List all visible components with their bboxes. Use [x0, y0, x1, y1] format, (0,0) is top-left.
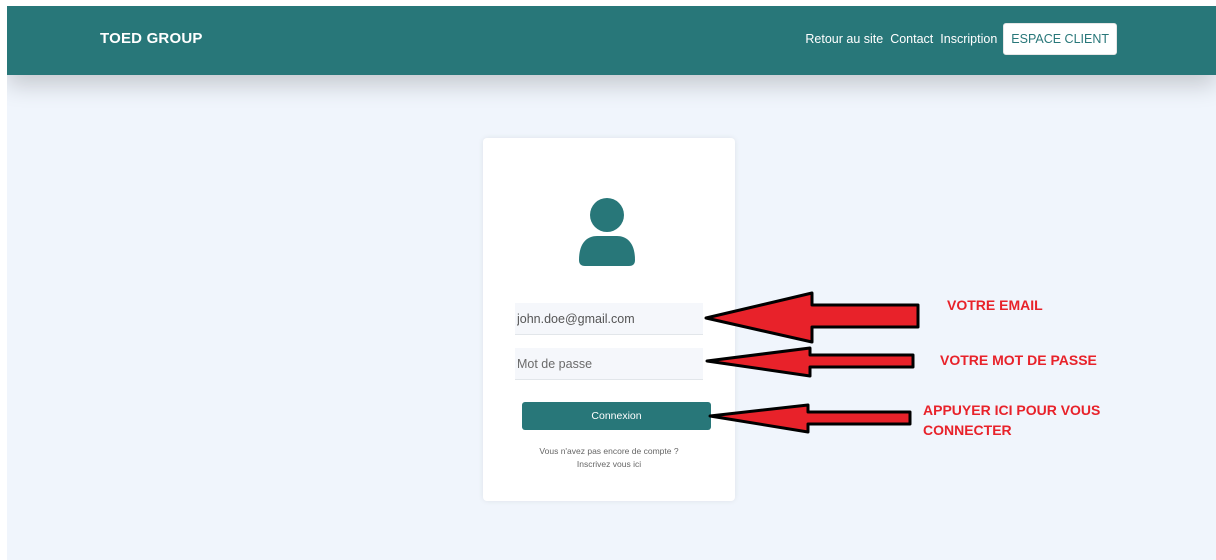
- brand-logo[interactable]: TOED GROUP: [100, 30, 203, 47]
- login-card: Connexion Vous n'avez pas encore de comp…: [483, 138, 735, 501]
- annotation-connect-line2: CONNECTER: [923, 422, 1012, 438]
- nav-links: Retour au site Contact Inscription ESPAC…: [798, 23, 1117, 55]
- annotation-email: VOTRE EMAIL: [947, 297, 1043, 313]
- top-navbar: TOED GROUP Retour au site Contact Inscri…: [7, 6, 1216, 75]
- annotation-connect: APPUYER ICI POUR VOUS CONNECTER: [923, 400, 1143, 440]
- annotation-password: VOTRE MOT DE PASSE: [940, 352, 1097, 368]
- signup-hint-text: Vous n'avez pas encore de compte ?: [539, 446, 679, 456]
- annotation-connect-line1: APPUYER ICI POUR VOUS: [923, 402, 1101, 418]
- nav-link-inscription[interactable]: Inscription: [940, 32, 997, 46]
- signup-hint: Vous n'avez pas encore de compte ? Inscr…: [483, 445, 735, 471]
- email-input[interactable]: [515, 303, 703, 335]
- user-icon: [579, 198, 635, 266]
- connexion-button[interactable]: Connexion: [522, 402, 711, 430]
- page: TOED GROUP Retour au site Contact Inscri…: [7, 6, 1216, 560]
- nav-link-retour[interactable]: Retour au site: [805, 32, 883, 46]
- signup-link[interactable]: Inscrivez vous ici: [483, 458, 735, 471]
- nav-link-contact[interactable]: Contact: [890, 32, 933, 46]
- password-input[interactable]: [515, 348, 703, 380]
- espace-client-button[interactable]: ESPACE CLIENT: [1003, 23, 1117, 55]
